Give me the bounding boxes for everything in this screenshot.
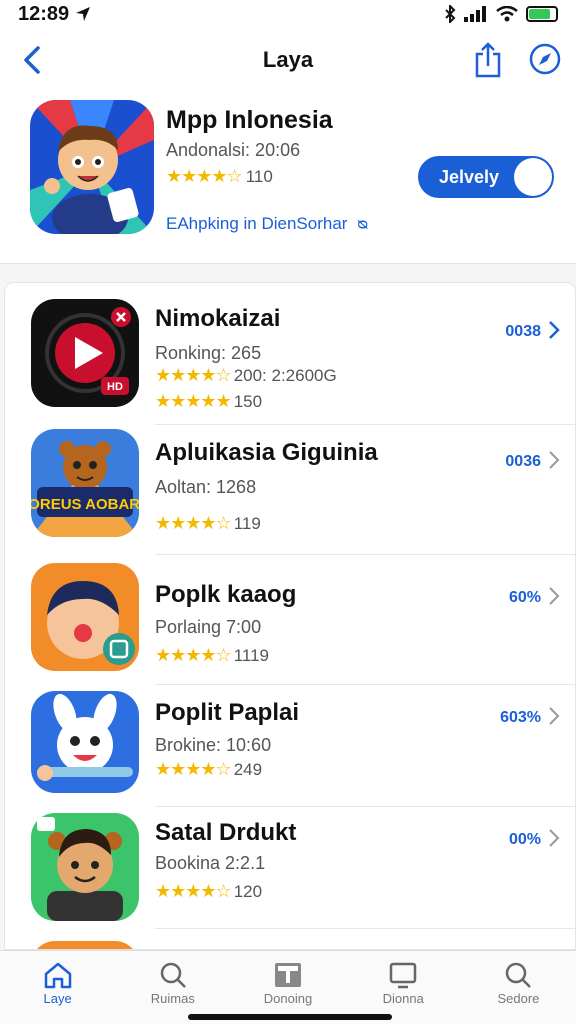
back-button[interactable] bbox=[14, 42, 50, 78]
rating-count: 249 bbox=[233, 759, 263, 779]
game-logo-text: LOREUS AOBARA bbox=[31, 496, 139, 513]
app-icon-partial[interactable] bbox=[31, 941, 139, 949]
chevron-right-icon[interactable] bbox=[547, 705, 561, 727]
divider bbox=[155, 928, 575, 929]
list-item[interactable]: HD Nimokaizai Ronking: 265 ★★★★☆ 200: 2:… bbox=[5, 295, 575, 425]
app-name: Apluikasia Giguinia bbox=[155, 439, 378, 466]
app-list: HD Nimokaizai Ronking: 265 ★★★★☆ 200: 2:… bbox=[4, 282, 576, 950]
tab-bar: Laye Ruimas Donoing Dionna Sedore bbox=[0, 950, 576, 1024]
video-badge-text: HD bbox=[107, 381, 123, 393]
bluetooth-icon bbox=[445, 5, 456, 23]
app-subtitle: Porlaing 7:00 bbox=[155, 617, 262, 637]
app-icon-game[interactable]: LOREUS AOBARA bbox=[31, 429, 139, 537]
calendar-icon bbox=[275, 963, 301, 987]
chevron-right-icon[interactable] bbox=[547, 827, 561, 849]
star-rating-icon: ★★★★☆ bbox=[155, 759, 232, 779]
star-rating-icon: ★★★★☆ bbox=[155, 645, 232, 665]
search-icon bbox=[506, 962, 532, 988]
star-rating-icon: ★★★★☆ bbox=[155, 365, 232, 385]
app-icon-boy[interactable] bbox=[31, 813, 139, 921]
status-time: 12:89 bbox=[18, 2, 70, 25]
app-subtitle: Bookina 2:2.1 bbox=[155, 853, 266, 873]
app-subtitle: Aoltan: 1268 bbox=[155, 477, 257, 497]
tab-search-2[interactable]: Sedore bbox=[461, 951, 576, 1024]
app-percent: 0038 bbox=[505, 323, 541, 340]
share-button[interactable] bbox=[474, 42, 502, 78]
featured-app-rating: ★★★★☆ 110 bbox=[166, 166, 273, 187]
battery-icon bbox=[526, 6, 558, 22]
app-rating: ★★★★☆ 249 bbox=[155, 759, 262, 780]
app-icon-character[interactable] bbox=[31, 563, 139, 671]
app-rating: ★★★★☆ 119 bbox=[155, 513, 261, 534]
home-icon bbox=[44, 962, 71, 989]
app-percent: 0036 bbox=[505, 453, 541, 470]
list-item[interactable] bbox=[5, 937, 575, 949]
tab-label: Sedore bbox=[497, 991, 540, 1006]
status-bar: 12:89 bbox=[0, 0, 576, 28]
wifi-icon bbox=[496, 6, 518, 22]
monitor-icon bbox=[389, 962, 417, 989]
featured-link-text: EAhpking in DienSorhar bbox=[166, 214, 348, 233]
app-rating: ★★★★☆ 1119 bbox=[155, 645, 269, 666]
get-toggle-button[interactable]: Jelvely bbox=[418, 156, 554, 198]
chevron-left-icon bbox=[24, 46, 40, 74]
rating-count: 110 bbox=[245, 166, 273, 186]
tab-home[interactable]: Laye bbox=[0, 951, 115, 1024]
chevron-right-icon[interactable] bbox=[547, 449, 561, 471]
app-rating: ★★★★★ 150 bbox=[155, 391, 262, 412]
share-icon bbox=[475, 42, 501, 78]
compass-button[interactable] bbox=[528, 42, 562, 76]
navigation-bar: Laya bbox=[0, 28, 576, 92]
chevron-right-icon[interactable] bbox=[547, 585, 561, 607]
featured-app-icon[interactable] bbox=[30, 100, 154, 234]
app-name: Satal Drdukt bbox=[155, 819, 297, 846]
app-subtitle: Ronking: 265 bbox=[155, 343, 262, 363]
app-percent: 60% bbox=[508, 589, 541, 606]
list-item[interactable]: LOREUS AOBARA Apluikasia Giguinia Aoltan… bbox=[5, 425, 575, 555]
app-percent: 00% bbox=[508, 831, 541, 848]
rating-count: 119 bbox=[233, 513, 261, 533]
search-icon bbox=[160, 962, 186, 988]
star-rating-icon: ★★★★☆ bbox=[166, 166, 243, 186]
location-arrow-icon bbox=[76, 7, 91, 21]
featured-app-link[interactable]: EAhpking in DienSorhar ᴓ bbox=[166, 214, 368, 234]
tab-label: Donoing bbox=[263, 991, 313, 1006]
app-name: Nimokaizai bbox=[155, 305, 281, 332]
list-item[interactable]: Poplit Paplai Brokine: 10:60 ★★★★☆ 249 6… bbox=[5, 685, 575, 815]
rating-count: 150 bbox=[233, 391, 263, 411]
app-rating: ★★★★☆ 120 bbox=[155, 881, 262, 902]
app-subtitle: Brokine: 10:60 bbox=[155, 735, 272, 755]
app-extra-text: 200: 2:2600G bbox=[233, 365, 337, 385]
rating-count: 120 bbox=[233, 881, 263, 901]
featured-app-title: Mpp Inlonesia bbox=[166, 106, 333, 134]
star-rating-icon: ★★★★☆ bbox=[155, 881, 232, 901]
toggle-knob bbox=[514, 158, 552, 196]
list-item[interactable]: Satal Drdukt Bookina 2:2.1 ★★★★☆ 120 00% bbox=[5, 807, 575, 937]
app-name: Poplit Paplai bbox=[155, 699, 300, 726]
list-item[interactable]: Poplk kaaog Porlaing 7:00 ★★★★☆ 1119 60% bbox=[5, 555, 575, 685]
app-icon-bunny[interactable] bbox=[31, 691, 139, 793]
chevron-right-icon[interactable] bbox=[547, 319, 561, 341]
app-name: Poplk kaaog bbox=[155, 581, 297, 608]
tab-label: Dionna bbox=[382, 991, 424, 1006]
page-title: Laya bbox=[262, 47, 314, 72]
featured-app-card[interactable]: Mpp Inlonesia Andonalsi: 20:06 ★★★★☆ 110… bbox=[0, 92, 576, 264]
link-icon: ᴓ bbox=[357, 214, 368, 233]
signal-icon bbox=[464, 6, 486, 22]
home-indicator bbox=[188, 1014, 392, 1020]
compass-icon bbox=[529, 43, 561, 75]
star-rating-icon: ★★★★☆ bbox=[155, 513, 232, 533]
tab-label: Ruimas bbox=[150, 991, 195, 1006]
app-extra-info: ★★★★☆ 200: 2:2600G bbox=[155, 365, 337, 386]
star-rating-icon: ★★★★★ bbox=[155, 391, 232, 411]
rating-count: 1119 bbox=[233, 645, 269, 665]
featured-app-subtitle: Andonalsi: 20:06 bbox=[166, 140, 301, 160]
app-percent: 603% bbox=[500, 709, 541, 726]
app-icon-video[interactable]: HD bbox=[31, 299, 139, 407]
tab-label: Laye bbox=[43, 991, 72, 1006]
